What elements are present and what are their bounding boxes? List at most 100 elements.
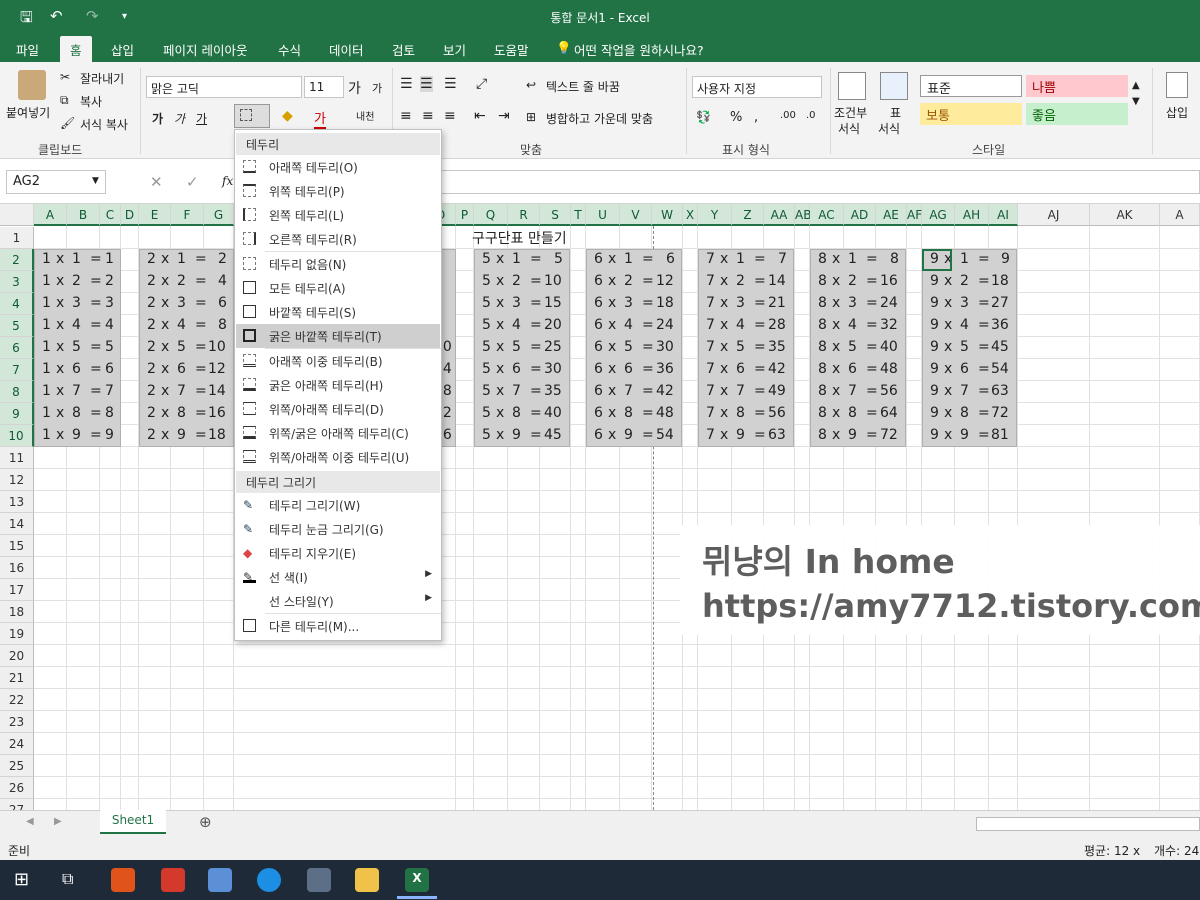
column-header[interactable]: P xyxy=(456,204,474,226)
table-cell[interactable]: 72 xyxy=(991,405,1009,421)
table-cell[interactable]: x xyxy=(608,405,616,421)
table-cell[interactable]: 2 xyxy=(147,383,156,399)
table-cell[interactable]: x xyxy=(161,383,169,399)
row-header[interactable]: 20 xyxy=(0,645,34,667)
table-cell[interactable]: = xyxy=(195,339,207,355)
table-cell[interactable]: 42 xyxy=(656,383,674,399)
column-header[interactable]: V xyxy=(620,204,652,226)
table-cell[interactable]: 6 xyxy=(594,361,603,377)
table-cell[interactable]: 20 xyxy=(544,317,562,333)
cut-icon[interactable]: ✂ xyxy=(60,70,70,84)
insert-function-button[interactable]: fx xyxy=(222,174,233,188)
table-cell[interactable]: x xyxy=(720,317,728,333)
table-cell[interactable]: 9 xyxy=(512,427,521,443)
table-cell[interactable]: 48 xyxy=(880,361,898,377)
table-cell[interactable]: = xyxy=(195,295,207,311)
table-cell[interactable]: 4 xyxy=(624,317,633,333)
column-header[interactable]: R xyxy=(508,204,540,226)
table-cell[interactable]: 8 xyxy=(72,405,81,421)
table-cell[interactable]: = xyxy=(754,339,766,355)
table-cell[interactable]: x xyxy=(832,273,840,289)
table-cell[interactable]: 7 xyxy=(105,383,114,399)
column-header[interactable]: G xyxy=(204,204,234,226)
font-color-button[interactable]: 가 xyxy=(314,108,326,130)
table-cell[interactable]: x xyxy=(161,317,169,333)
wrap-text-icon[interactable]: ↩ xyxy=(526,78,536,92)
table-cell[interactable]: 5 xyxy=(736,339,745,355)
table-cell[interactable]: x xyxy=(56,361,64,377)
row-header[interactable]: 8 xyxy=(0,381,34,403)
table-cell[interactable]: 4 xyxy=(848,317,857,333)
table-cell[interactable]: 9 xyxy=(930,383,939,399)
styles-scroll-icon[interactable]: ▲ xyxy=(1132,80,1140,91)
table-cell[interactable]: x xyxy=(832,251,840,267)
table-cell[interactable]: 8 xyxy=(512,405,521,421)
table-cell[interactable]: = xyxy=(978,361,990,377)
table-cell[interactable]: 42 xyxy=(768,361,786,377)
table-cell[interactable]: x xyxy=(720,295,728,311)
row-header[interactable]: 15 xyxy=(0,535,34,557)
table-cell[interactable]: 7 xyxy=(736,383,745,399)
merge-icon[interactable]: ⊞ xyxy=(526,110,536,124)
table-cell[interactable]: 5 xyxy=(960,339,969,355)
table-cell[interactable]: x xyxy=(161,251,169,267)
row-header[interactable]: 26 xyxy=(0,777,34,799)
table-cell[interactable]: 7 xyxy=(706,427,715,443)
table-cell[interactable]: 2 xyxy=(147,317,156,333)
merge-center-button[interactable]: 병합하고 가운데 맞춤 xyxy=(546,110,653,127)
wrap-text-button[interactable]: 텍스트 줄 바꿈 xyxy=(546,78,620,95)
column-header[interactable]: AD xyxy=(844,204,876,226)
styles-scroll-down-icon[interactable]: ▼ xyxy=(1132,96,1140,107)
table-cell[interactable]: 10 xyxy=(208,339,226,355)
cancel-icon[interactable]: ✕ xyxy=(150,173,163,191)
table-cell[interactable]: = xyxy=(754,427,766,443)
table-cell[interactable]: = xyxy=(530,361,542,377)
table-cell[interactable]: = xyxy=(754,405,766,421)
format-as-table-icon[interactable] xyxy=(880,72,908,100)
table-cell[interactable]: 8 xyxy=(105,405,114,421)
table-cell[interactable]: 9 xyxy=(624,427,633,443)
column-header[interactable]: Z xyxy=(732,204,764,226)
table-cell[interactable]: 7 xyxy=(512,383,521,399)
table-cell[interactable]: = xyxy=(530,295,542,311)
table-cell[interactable]: 7 xyxy=(706,361,715,377)
table-cell[interactable]: x xyxy=(496,427,504,443)
table-cell[interactable]: 2 xyxy=(960,273,969,289)
table-cell[interactable]: 24 xyxy=(656,317,674,333)
comma-button[interactable]: , xyxy=(754,110,758,125)
table-cell[interactable]: 8 xyxy=(818,427,827,443)
table-cell[interactable]: 8 xyxy=(818,339,827,355)
table-cell[interactable]: 5 xyxy=(482,361,491,377)
sheet-title-cell[interactable]: 구구단표 만들기 xyxy=(472,228,567,248)
table-cell[interactable]: 56 xyxy=(768,405,786,421)
table-cell[interactable]: x xyxy=(608,383,616,399)
row-header[interactable]: 5 xyxy=(0,315,34,337)
table-cell[interactable]: 8 xyxy=(818,273,827,289)
table-cell[interactable]: 3 xyxy=(105,295,114,311)
table-cell[interactable]: x xyxy=(832,339,840,355)
enter-icon[interactable]: ✓ xyxy=(186,173,199,191)
table-cell[interactable]: 4 xyxy=(512,317,521,333)
table-cell[interactable]: 7 xyxy=(706,251,715,267)
table-cell[interactable]: 1 xyxy=(42,361,51,377)
font-size-select[interactable]: 11 xyxy=(304,76,344,98)
percent-button[interactable]: % xyxy=(730,110,742,125)
table-cell[interactable]: = xyxy=(642,361,654,377)
table-cell[interactable]: 9 xyxy=(177,427,186,443)
tab-file[interactable]: 파일 xyxy=(16,40,39,59)
table-cell[interactable]: x xyxy=(496,361,504,377)
table-cell[interactable]: = xyxy=(978,317,990,333)
paste-icon[interactable] xyxy=(18,70,46,100)
row-header[interactable]: 13 xyxy=(0,491,34,513)
table-cell[interactable]: = xyxy=(90,339,102,355)
table-cell[interactable]: 7 xyxy=(177,383,186,399)
table-cell[interactable]: = xyxy=(978,405,990,421)
fill-color-icon[interactable]: ◆ xyxy=(282,108,293,124)
table-cell[interactable]: 8 xyxy=(624,405,633,421)
align-left-icon[interactable]: ≡ xyxy=(400,108,412,124)
calculator-icon[interactable] xyxy=(307,868,331,892)
menu-thick-outside-border[interactable]: 굵은 바깥쪽 테두리(T) xyxy=(236,324,440,348)
bold-button[interactable]: 가 xyxy=(152,110,163,127)
table-cell[interactable]: 4 xyxy=(177,317,186,333)
table-cell[interactable]: x xyxy=(944,317,952,333)
